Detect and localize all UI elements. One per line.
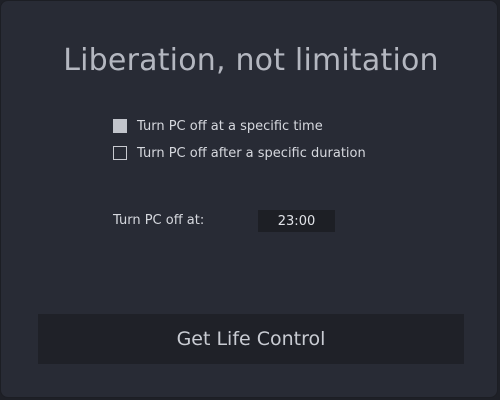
specific-duration-checkbox[interactable] [113,146,127,160]
option-label: Turn PC off at a specific time [137,118,323,134]
option-specific-duration[interactable]: Turn PC off after a specific duration [113,144,366,162]
option-label: Turn PC off after a specific duration [137,145,366,161]
time-input[interactable] [258,210,335,232]
time-setting-label: Turn PC off at: [113,213,205,228]
option-specific-time[interactable]: Turn PC off at a specific time [113,117,323,135]
get-life-control-button[interactable]: Get Life Control [38,314,464,364]
app-window: Liberation, not limitation Turn PC off a… [0,0,498,398]
specific-time-checkbox[interactable] [113,119,127,133]
page-title: Liberation, not limitation [63,43,439,78]
